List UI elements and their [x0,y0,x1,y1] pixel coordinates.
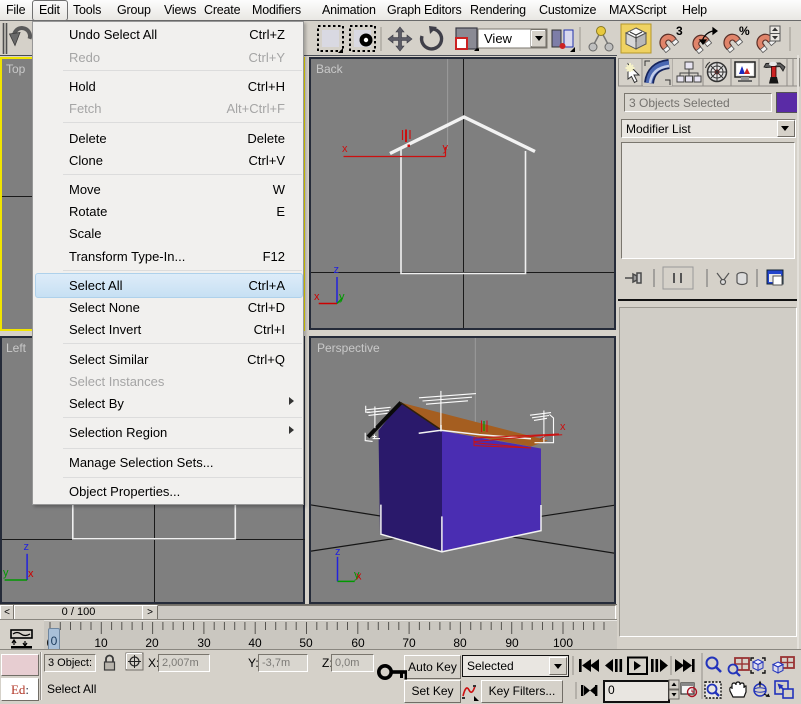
svg-text:y: y [3,567,9,579]
svg-text:90: 90 [505,636,519,649]
svg-text:x: x [560,421,566,433]
svg-text:50: 50 [299,636,313,649]
svg-text:Perspective: Perspective [317,341,380,355]
svg-text:y: y [443,142,449,154]
svg-text:z: z [335,546,341,558]
svg-text:x: x [28,568,34,580]
svg-text:z: z [334,264,340,276]
svg-text:60: 60 [351,636,365,649]
svg-text:z: z [24,541,30,553]
svg-text:y: y [339,291,345,303]
svg-text:10: 10 [94,636,108,649]
svg-text:Back: Back [316,62,344,76]
svg-text:x: x [342,143,348,155]
svg-text:20: 20 [145,636,159,649]
svg-text:100: 100 [553,636,573,649]
svg-text:x: x [314,291,320,303]
svg-text:x: x [356,571,362,583]
svg-text:3: 3 [676,24,683,38]
svg-text:%: % [739,24,750,38]
svg-text:Left: Left [6,341,27,355]
svg-text:70: 70 [402,636,416,649]
svg-text:View: View [484,31,513,46]
svg-text:40: 40 [248,636,262,649]
svg-text:Top: Top [6,62,26,76]
svg-text:30: 30 [197,636,211,649]
svg-text:80: 80 [453,636,467,649]
